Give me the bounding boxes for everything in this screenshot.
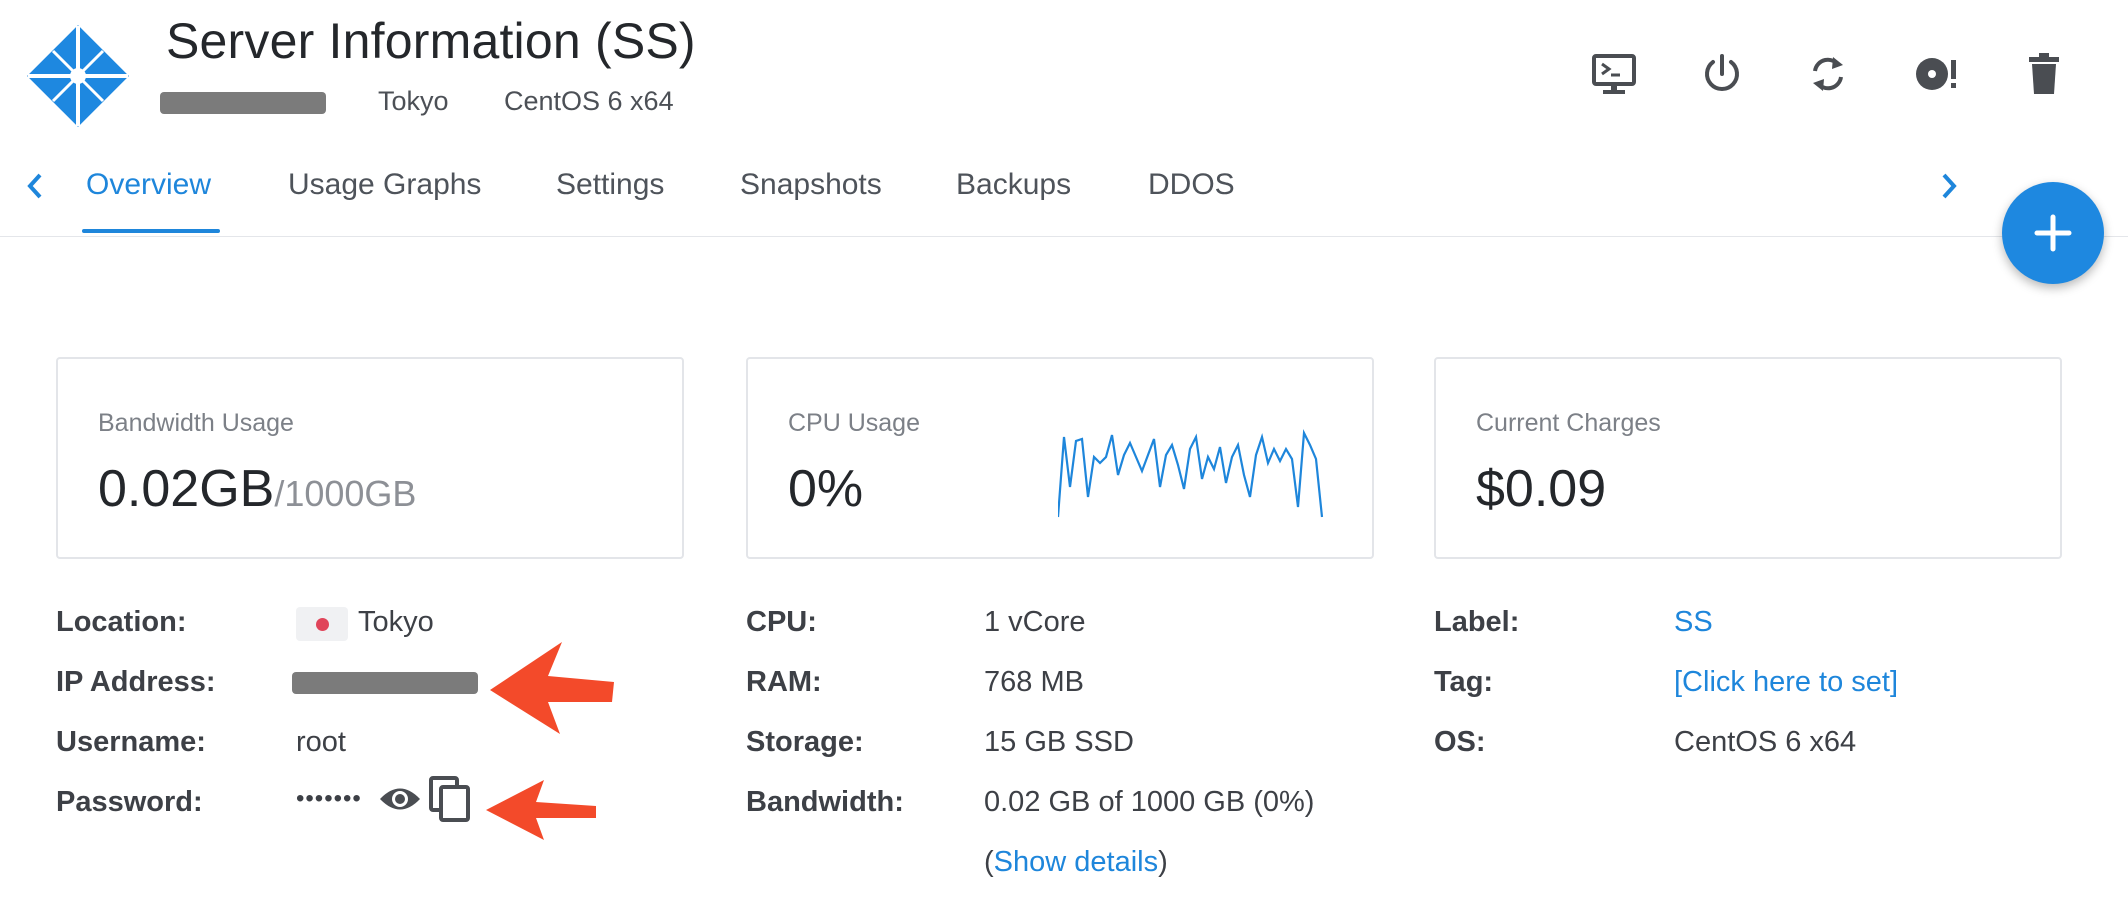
cpu-usage-card: CPU Usage 0%: [746, 357, 1374, 559]
cpu-value: 1 vCore: [984, 606, 1086, 638]
redacted-ip-address[interactable]: [292, 672, 478, 694]
bandwidth-usage-card: Bandwidth Usage 0.02GB/1000GB: [56, 357, 684, 559]
redacted-hostname: [160, 92, 326, 114]
ram-value: 768 MB: [984, 666, 1084, 698]
cpu-usage-label: CPU Usage: [788, 409, 920, 437]
os-value: CentOS 6 x64: [1674, 726, 1857, 758]
cpu-label: CPU:: [746, 606, 817, 638]
password-label: Password:: [56, 786, 203, 818]
server-label-link[interactable]: SS: [1674, 606, 1713, 639]
os-label: OS:: [1434, 726, 1486, 758]
trash-icon[interactable]: [2018, 48, 2070, 100]
cpu-usage-sparkline: [1058, 428, 1324, 518]
username-label: Username:: [56, 726, 206, 758]
plus-icon: [2034, 214, 2072, 252]
tab-overview[interactable]: Overview: [86, 168, 211, 202]
tab-usage-graphs[interactable]: Usage Graphs: [288, 168, 481, 202]
bandwidth-usage-label: Bandwidth Usage: [98, 409, 294, 437]
password-value: •••••••: [296, 785, 362, 812]
tabs-scroll-left-icon[interactable]: [20, 168, 50, 204]
tab-settings[interactable]: Settings: [556, 168, 664, 202]
tag-label: Tag:: [1434, 666, 1494, 698]
bandwidth-value: 0.02 GB of 1000 GB (0%): [984, 786, 1315, 818]
tab-backups[interactable]: Backups: [956, 168, 1071, 202]
page-title: Server Information (SS): [166, 13, 696, 69]
tabs-scroll-right-icon[interactable]: [1934, 168, 1964, 204]
ram-label: RAM:: [746, 666, 822, 698]
server-label-label: Label:: [1434, 606, 1520, 638]
copy-icon[interactable]: [428, 776, 472, 822]
show-details-paren-close: ): [1158, 846, 1168, 878]
show-details-row: (Show details): [984, 846, 1168, 879]
current-charges-value: $0.09: [1476, 460, 1607, 518]
eye-icon[interactable]: [378, 776, 422, 822]
restart-icon[interactable]: [1802, 48, 1854, 100]
bandwidth-usage-value: 0.02GB/1000GB: [98, 459, 416, 519]
username-value: root: [296, 726, 346, 758]
current-charges-label: Current Charges: [1476, 409, 1661, 437]
console-icon[interactable]: [1588, 48, 1640, 100]
server-location: Tokyo: [378, 86, 449, 116]
current-charges-card: Current Charges $0.09: [1434, 357, 2062, 559]
japan-flag-icon: [296, 607, 348, 641]
bandwidth-quota: /1000GB: [274, 473, 417, 514]
add-button[interactable]: [2002, 182, 2104, 284]
location-label: Location:: [56, 606, 187, 638]
show-details-link[interactable]: Show details: [994, 846, 1158, 878]
power-icon[interactable]: [1696, 48, 1748, 100]
bandwidth-used: 0.02GB: [98, 460, 275, 518]
reinstall-icon[interactable]: [1910, 48, 1962, 100]
annotation-arrow-ip: [490, 642, 614, 734]
tab-ddos[interactable]: DDOS: [1148, 168, 1235, 202]
location-value: Tokyo: [358, 606, 434, 638]
show-details-paren-open: (: [984, 846, 994, 878]
annotation-arrow-password: [486, 780, 596, 840]
vultr-logo: [24, 22, 132, 130]
storage-label: Storage:: [746, 726, 864, 758]
bandwidth-label: Bandwidth:: [746, 786, 904, 818]
server-os: CentOS 6 x64: [504, 86, 674, 116]
storage-value: 15 GB SSD: [984, 726, 1134, 758]
tab-snapshots[interactable]: Snapshots: [740, 168, 882, 202]
set-tag-link[interactable]: [Click here to set]: [1674, 666, 1898, 699]
ip-address-label: IP Address:: [56, 666, 216, 698]
cpu-usage-value: 0%: [788, 460, 864, 518]
tab-active-indicator: [82, 229, 220, 233]
